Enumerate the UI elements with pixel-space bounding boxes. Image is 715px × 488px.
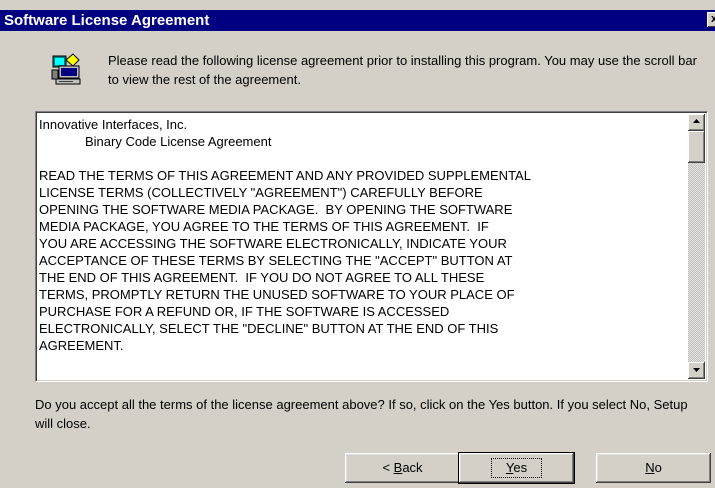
back-button[interactable]: < Back: [345, 453, 460, 483]
license-subtitle: Binary Code License Agreement: [85, 134, 272, 149]
license-text-area[interactable]: Innovative Interfaces, Inc. Binary Code …: [35, 111, 708, 382]
license-line: THE END OF THIS AGREEMENT. IF YOU DO NOT…: [39, 270, 485, 285]
arrow-up-icon: [693, 119, 700, 123]
yes-button[interactable]: Yes: [459, 453, 574, 483]
window-title: Software License Agreement: [4, 12, 210, 29]
scroll-thumb[interactable]: [688, 131, 705, 163]
license-company: Innovative Interfaces, Inc.: [39, 117, 188, 132]
license-line: PURCHASE FOR A REFUND OR, IF THE SOFTWAR…: [39, 304, 450, 319]
license-line: LICENSE TERMS (COLLECTIVELY "AGREEMENT")…: [39, 185, 483, 200]
license-line: READ THE TERMS OF THIS AGREEMENT AND ANY…: [39, 168, 531, 183]
focus-rect: Yes: [490, 458, 543, 478]
back-label: ack: [402, 460, 423, 475]
no-button[interactable]: No: [596, 453, 711, 483]
arrow-down-icon: [693, 368, 700, 372]
license-line: AGREEMENT.: [39, 338, 124, 353]
license-line: TERMS, PROMPTLY RETURN THE UNUSED SOFTWA…: [39, 287, 515, 302]
license-dialog: Software License Agreement x Please read…: [0, 0, 715, 488]
setup-computer-icon: [51, 52, 83, 86]
license-line: OPENING THE SOFTWARE MEDIA PACKAGE. BY O…: [39, 202, 513, 217]
close-button[interactable]: x: [707, 12, 715, 27]
license-line: MEDIA PACKAGE, YOU AGREE TO THE TERMS OF…: [39, 219, 489, 234]
title-bar[interactable]: Software License Agreement x: [0, 10, 715, 31]
vertical-scrollbar[interactable]: [688, 114, 705, 379]
scroll-up-button[interactable]: [688, 114, 705, 131]
yes-label: es: [513, 460, 528, 475]
back-prefix: <: [382, 460, 394, 475]
no-label: o: [654, 460, 662, 475]
no-mnemonic: N: [645, 460, 655, 475]
intro-text: Please read the following license agreem…: [108, 53, 697, 87]
license-line: ELECTRONICALLY, SELECT THE "DECLINE" BUT…: [39, 321, 499, 336]
license-line: ACCEPTANCE OF THESE TERMS BY SELECTING T…: [39, 253, 513, 268]
scroll-down-button[interactable]: [688, 362, 705, 379]
license-spacer: [39, 150, 684, 167]
license-text: Innovative Interfaces, Inc. Binary Code …: [39, 116, 684, 378]
license-line: YOU ARE ACCESSING THE SOFTWARE ELECTRONI…: [39, 236, 507, 251]
accept-question: Do you accept all the terms of the licen…: [35, 397, 688, 431]
